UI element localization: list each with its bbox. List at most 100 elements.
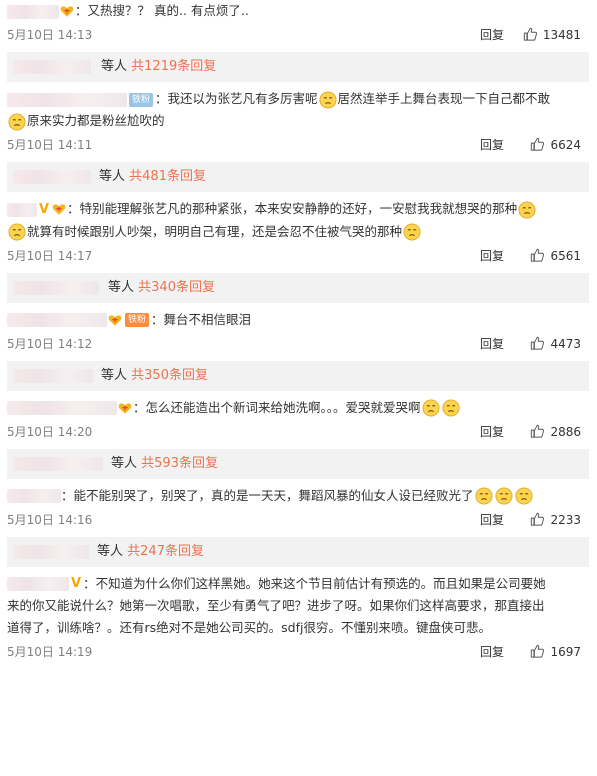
comment-text: 能不能别哭了，别哭了，真的是一天天，舞蹈风暴的仙女人设已经败光了 xyxy=(73,487,474,503)
replies-summary[interactable]: 等人 共481条回复 xyxy=(7,162,589,192)
thumbs-up-icon xyxy=(530,424,544,438)
username-blurred[interactable] xyxy=(7,202,37,217)
like-count: 6561 xyxy=(550,248,581,263)
like-count: 1697 xyxy=(550,645,581,659)
comment-item: V ：不知道为什么你们这样黑她。她来这个节目前估计有预选的。而且如果是公司要她 来的… xyxy=(0,573,597,666)
replies-summary[interactable]: 等人 共1219条回复 xyxy=(7,52,589,82)
username-blurred[interactable] xyxy=(7,489,61,503)
comment-time: 5月10日 14:12 xyxy=(7,336,93,351)
reply-button[interactable]: 回复 xyxy=(480,419,504,445)
comment-meta: 5月10日 14:13 回复 13481 xyxy=(7,22,589,48)
like-button[interactable]: 1697 xyxy=(530,639,581,665)
comment-meta: 5月10日 14:19 回复 1697 xyxy=(7,639,589,665)
replies-summary[interactable]: 等人 共593条回复 xyxy=(7,448,589,479)
comment-time: 5月10日 14:16 xyxy=(7,512,93,527)
face-emoji-icon xyxy=(8,223,26,241)
replies-count-link[interactable]: 共350条回复 xyxy=(131,368,208,383)
reply-users-blurred xyxy=(13,280,99,295)
reply-users-blurred xyxy=(13,544,89,559)
replies-summary[interactable]: 等人 共340条回复 xyxy=(7,272,589,303)
comment-text: 怎么还能造出个新词来给她洗啊。。。爱哭就爱哭啊 xyxy=(145,399,421,415)
like-count: 13481 xyxy=(542,28,581,42)
replies-prefix: 等人 xyxy=(108,279,135,295)
comment-meta: 5月10日 14:16 回复 2233 xyxy=(7,507,589,533)
heart-badge-icon xyxy=(118,402,132,415)
heart-badge-icon xyxy=(60,5,74,18)
face-emoji-icon xyxy=(403,223,421,241)
comment-item: 铁粉 ：我还以为张艺凡有多厉害呢 居然连举手上舞台表现一下自己都不敢 原来实力都是粉丝… xyxy=(0,88,597,192)
replies-count-link[interactable]: 共1219条回复 xyxy=(131,59,216,74)
heart-badge-icon xyxy=(108,314,122,327)
comment-time: 5月10日 14:11 xyxy=(7,138,93,152)
replies-count-link[interactable]: 共481条回复 xyxy=(129,169,206,184)
vip-v-icon: V xyxy=(39,201,50,217)
replies-summary[interactable]: 等人 共350条回复 xyxy=(7,360,589,391)
like-button[interactable]: 13481 xyxy=(523,22,581,48)
comment-body: ：怎么还能造出个新词来给她洗啊。。。爱哭就爱哭啊 xyxy=(7,397,589,419)
comment-time: 5月10日 14:20 xyxy=(7,424,93,439)
fan-badge: 铁粉 xyxy=(129,92,154,107)
face-emoji-icon xyxy=(8,113,26,131)
comment-time: 5月10日 14:13 xyxy=(7,28,93,42)
face-emoji-icon xyxy=(515,487,533,505)
reply-button[interactable]: 回复 xyxy=(480,331,504,357)
reply-button[interactable]: 回复 xyxy=(480,132,504,158)
comment-meta: 5月10日 14:12 回复 4473 xyxy=(7,331,589,357)
comment-body: ：能不能别哭了，别哭了，真的是一天天，舞蹈风暴的仙女人设已经败光了 xyxy=(7,485,589,507)
comment-item: 铁粉 ：舞台不相信眼泪 5月10日 14:12 回复 4473 等人 共350条回… xyxy=(0,309,597,391)
replies-count-link[interactable]: 共340条回复 xyxy=(138,280,215,295)
comment-item: ：能不能别哭了，别哭了，真的是一天天，舞蹈风暴的仙女人设已经败光了 5月10日 … xyxy=(0,485,597,567)
like-count: 2886 xyxy=(550,424,581,439)
reply-button[interactable]: 回复 xyxy=(480,243,504,269)
reply-button[interactable]: 回复 xyxy=(480,507,504,533)
fan-badge: 铁粉 xyxy=(125,313,150,327)
username-blurred[interactable] xyxy=(7,577,69,591)
like-count: 4473 xyxy=(550,336,581,351)
replies-count-link[interactable]: 共593条回复 xyxy=(141,456,218,471)
comment-body: ：又热搜？？ 真的.. 有点烦了.. xyxy=(7,0,589,22)
like-button[interactable]: 2886 xyxy=(530,419,581,445)
heart-badge-icon xyxy=(52,203,66,216)
vip-v-icon: V xyxy=(71,576,82,591)
reply-users-blurred xyxy=(13,368,93,383)
face-emoji-icon xyxy=(475,487,493,505)
thumbs-up-icon xyxy=(523,27,537,41)
reply-button[interactable]: 回复 xyxy=(480,22,504,48)
like-button[interactable]: 2233 xyxy=(530,507,581,533)
comment-text: 特别能理解张艺凡的那种紧张，本来安安静静的还好，一安慰我我就想哭的那种 xyxy=(79,201,518,216)
comment-meta: 5月10日 14:17 回复 6561 xyxy=(7,243,589,269)
comment-text-cont: 来的你又能说什么？她第一次唱歌，至少有勇气了吧？进步了呀。如果你们这样高要求，那… xyxy=(7,598,545,613)
like-button[interactable]: 4473 xyxy=(530,331,581,357)
thumbs-up-icon xyxy=(530,248,544,262)
comment-time: 5月10日 14:19 xyxy=(7,645,93,659)
face-emoji-icon xyxy=(495,487,513,505)
username-blurred[interactable] xyxy=(7,92,127,107)
reply-users-blurred xyxy=(13,456,103,471)
replies-count-link[interactable]: 共247条回复 xyxy=(127,544,204,559)
comment-body: 铁粉 ：舞台不相信眼泪 xyxy=(7,309,589,331)
reply-users-blurred xyxy=(13,170,91,184)
username-blurred[interactable] xyxy=(7,313,107,327)
comment-text: 不知道为什么你们这样黑她。她来这个节目前估计有预选的。而且如果是公司要她 xyxy=(95,575,546,591)
username-blurred[interactable] xyxy=(7,4,59,19)
replies-prefix: 等人 xyxy=(99,169,126,184)
comment-item: V ：特别能理解张艺凡的那种紧张，本来安安静静的还好，一安慰我我就想哭的那种 就算有… xyxy=(0,198,597,303)
comment-meta: 5月10日 14:11 回复 6624 xyxy=(7,132,589,158)
comment-time: 5月10日 14:17 xyxy=(7,248,93,263)
comment-text-cont: 居然连举手上舞台表现一下自己都不敢 xyxy=(337,91,551,106)
comment-text-cont: 道得了，训练啥？。还有rs绝对不是她公司买的。sdfj很穷。不懂别来喷。键盘侠可… xyxy=(7,620,491,635)
comment-body: 铁粉 ：我还以为张艺凡有多厉害呢 居然连举手上舞台表现一下自己都不敢 原来实力都是粉丝… xyxy=(7,88,589,132)
comment-meta: 5月10日 14:20 回复 2886 xyxy=(7,419,589,445)
face-emoji-icon xyxy=(518,201,536,219)
like-button[interactable]: 6561 xyxy=(530,243,581,269)
comment-text-cont: 就算有时候跟别人吵架，明明自己有理，还是会忍不住被气哭的那种 xyxy=(27,223,403,239)
replies-summary[interactable]: 等人 共247条回复 xyxy=(7,536,589,567)
comment-text: 又热搜？？ 真的.. 有点烦了.. xyxy=(87,3,249,18)
like-button[interactable]: 6624 xyxy=(530,132,581,158)
replies-prefix: 等人 xyxy=(101,367,128,383)
username-blurred[interactable] xyxy=(7,401,117,415)
thumbs-up-icon xyxy=(530,644,544,658)
reply-button[interactable]: 回复 xyxy=(480,639,504,665)
thumbs-up-icon xyxy=(530,137,544,151)
face-emoji-icon xyxy=(442,399,460,417)
